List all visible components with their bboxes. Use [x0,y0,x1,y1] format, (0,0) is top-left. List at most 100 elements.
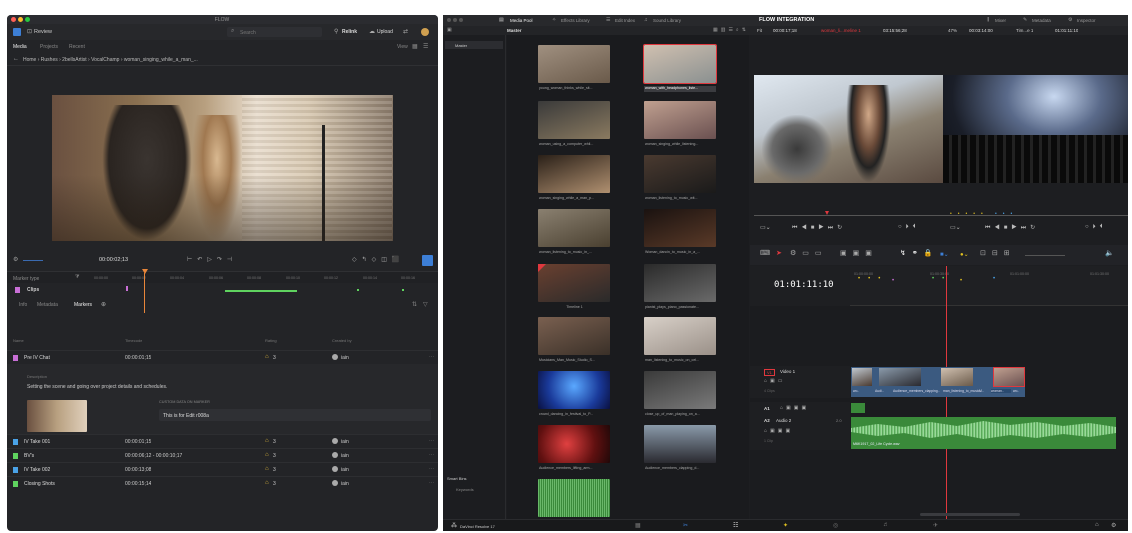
master-bin-item[interactable]: Master [445,41,503,49]
marker-range-bar[interactable] [225,290,297,292]
audio-track-clip[interactable]: M6K1917_02_Life Cycle.wav [851,417,1116,449]
tab-metadata[interactable]: Metadata [1032,18,1051,23]
marker-tool-icons[interactable]: ◇↰◇◫⬛ [352,256,404,263]
clip-thumbnail[interactable] [538,101,610,139]
source-in-out-icons[interactable]: ○⏵⏴ [898,224,920,231]
settings-icon[interactable]: ⚙ [1111,522,1116,529]
media-page-icon[interactable]: ▦ [635,522,641,529]
tab-markers[interactable]: Markers [74,302,92,308]
clip-thumbnail[interactable] [644,264,716,302]
breadcrumb[interactable]: Home › Rushes › 2bellsArtist › VocalCham… [23,57,198,63]
maximize-window-button[interactable] [25,17,30,22]
timeline-in-out-icons[interactable]: ○⏵⏴ [1085,224,1107,231]
clip-thumbnail[interactable] [644,317,716,355]
audio-icon[interactable]: 🔈 [1105,249,1114,257]
grid-view-icon[interactable]: ▦ [412,43,418,50]
timeline-scrollbar[interactable] [920,513,1020,516]
tab-metadata[interactable]: Metadata [37,302,58,308]
app-grid-icon[interactable] [13,28,21,36]
playhead-marker[interactable] [142,269,148,274]
relink-button[interactable]: Relink [342,29,357,35]
track-name[interactable]: Audio 2 [776,418,791,423]
timeline-viewer[interactable] [943,75,1128,183]
marker-pin[interactable] [357,289,359,291]
flag-icon[interactable]: ■⌄ [940,251,949,258]
table-row[interactable]: Closing Shots 00:00:15;14 ⌂ 3 iain ··· [7,476,438,490]
tab-effects-library[interactable]: Effects Library [561,18,590,23]
filter-icon[interactable]: ⧩ [75,274,79,280]
a2-controls-icons[interactable]: ⌂▣▣▣ [764,428,793,434]
avatar[interactable] [421,28,429,36]
source-playhead[interactable] [825,211,829,215]
project-name[interactable]: Review [34,29,52,35]
source-transport-icons[interactable]: ⏮◀■▶⏭↻ [792,224,846,232]
col-rating[interactable]: Rating [265,338,277,343]
insert-tools-icons[interactable]: ▣▣▣ [840,249,878,257]
marker-icon[interactable]: ●⌄ [960,251,969,258]
track-volume[interactable]: 2.0 [836,418,842,423]
marker-thumbnail[interactable] [27,400,87,432]
zoom-slider[interactable] [1025,255,1065,256]
table-row[interactable]: BV's 00:00:06;12 - 00:00:10;17 ⌂ 3 iain … [7,448,438,462]
fairlight-page-icon[interactable]: ♬ [883,522,889,528]
tab-recent[interactable]: Recent [69,44,85,50]
timeline-marker[interactable]: • [993,276,995,282]
tab-projects[interactable]: Projects [40,44,58,50]
tab-info[interactable]: Info [19,302,27,308]
clip-thumbnail[interactable] [538,155,610,193]
zoom-icons[interactable]: ⊡⊟⊞ [980,249,1016,257]
transport-icons[interactable]: ⊢↶▷↷⊣ [187,256,237,263]
video-track-clips[interactable]: wo.. Audi.. Audience_members_clapping.. … [851,367,1025,397]
a1-controls-icons[interactable]: ⌂▣▣▣ [780,405,809,411]
col-name[interactable]: Name [13,338,24,343]
layout-icon[interactable]: ⌨ [760,249,770,257]
clip-thumbnail-selected[interactable] [643,44,717,84]
clip-thumbnail[interactable] [644,371,716,409]
smart-bins-label[interactable]: Smart Bins [447,476,467,481]
clip-thumbnail[interactable] [538,371,610,409]
more-icon[interactable]: ··· [429,480,434,486]
table-row[interactable]: Pre IV Chat 00:00:01;15 ⌂ 3 iain ··· [7,350,438,364]
close-window-button[interactable] [11,17,16,22]
table-row[interactable]: IV Take 002 00:00:13;08 ⌂ 3 iain ··· [7,462,438,476]
track-tag[interactable]: A1 [764,406,770,411]
minimize-window-button[interactable] [18,17,23,22]
clip-thumbnail[interactable] [644,425,716,463]
fusion-page-icon[interactable]: ✦ [783,522,788,529]
track-name[interactable]: Video 1 [780,369,795,374]
tab-mixer[interactable]: Mixer [995,18,1006,23]
selection-tool-icon[interactable]: ➤ [776,249,782,257]
search-input[interactable]: ⌕ Search [227,27,322,37]
timeline-markers[interactable]: •• [932,276,952,282]
list-view-icon[interactable]: ☰ [423,43,428,50]
cut-page-icon[interactable]: ✂ [683,522,688,529]
keywords-bin[interactable]: Keywords [456,487,474,492]
tab-inspector[interactable]: Inspector [1077,18,1096,23]
volume-slider[interactable] [23,260,43,261]
export-button[interactable] [422,255,433,266]
source-options-icon[interactable]: ▭⌄ [760,224,771,231]
more-icon[interactable]: ··· [429,466,434,472]
clip-thumbnail[interactable] [644,209,716,247]
more-icon[interactable]: ··· [429,452,434,458]
track-controls-icons[interactable]: ⌂▣▭ [764,378,785,384]
video-preview[interactable] [52,95,393,241]
view-options-icons[interactable]: ▦▥☰⌕⇅ [713,27,749,33]
track-tag[interactable]: V1 [764,369,775,376]
minimize-window-button[interactable] [453,18,457,22]
col-timecode[interactable]: Timecode [125,338,142,343]
timeline-transport-icons[interactable]: ⏮◀■▶⏭↻ [985,224,1039,232]
settings-icon[interactable]: ⚙ [13,256,18,263]
home-icon[interactable]: ⌂ [1095,522,1099,528]
upload-button[interactable]: Upload [377,29,393,35]
edit-tools-icons[interactable]: ⚙▭▭ [790,249,828,257]
fit-dropdown[interactable]: Fit [757,28,762,33]
col-created-by[interactable]: Created by [332,338,352,343]
timeline-marker[interactable]: • [892,278,894,284]
timeline-markers[interactable]: ••• [858,276,888,282]
clip-thumbnail[interactable] [538,425,610,463]
audio-clip-thumbnail[interactable] [538,479,610,517]
timeline-thumbnail[interactable] [538,264,610,302]
view-menu[interactable]: View [397,44,408,50]
maximize-window-button[interactable] [459,18,463,22]
